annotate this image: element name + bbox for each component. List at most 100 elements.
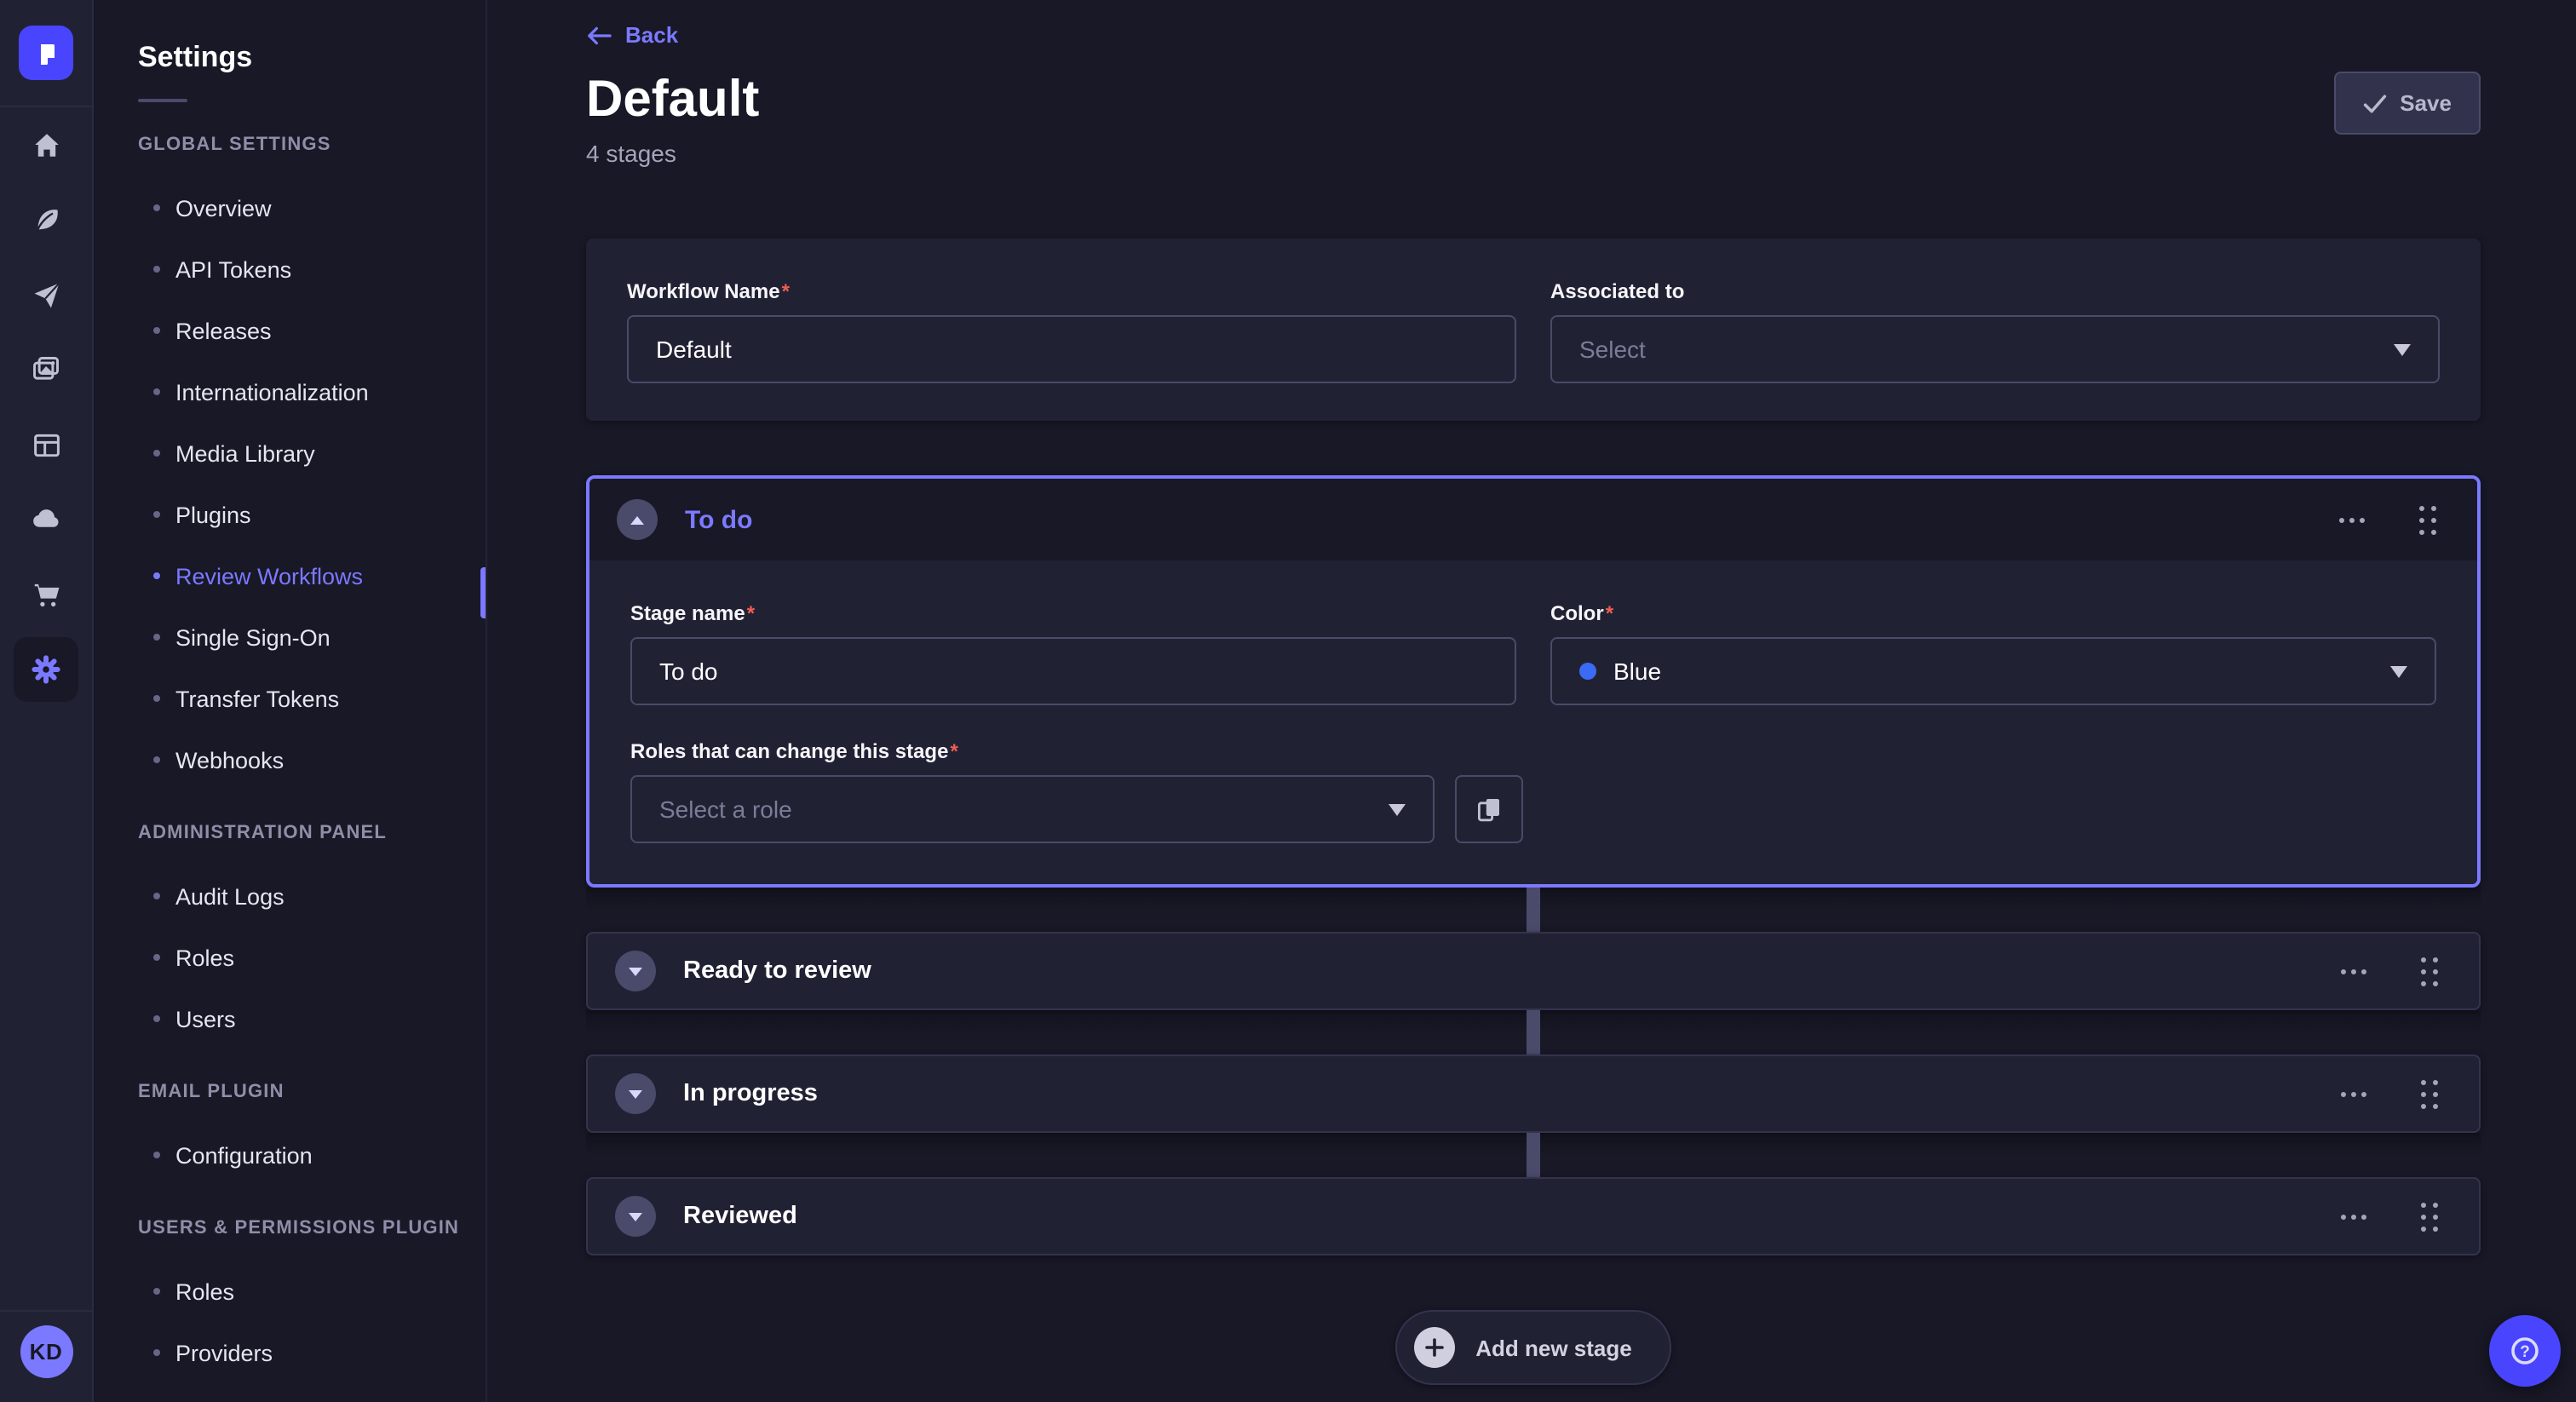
bullet-icon xyxy=(153,1349,160,1356)
subnav-section-users-permissions: USERS & PERMISSIONS PLUGIN Roles Provide… xyxy=(94,1216,486,1383)
bullet-icon xyxy=(153,1288,160,1295)
app-window: KD Settings GLOBAL SETTINGS Overview API… xyxy=(0,0,2576,1402)
stage-to-do-header[interactable]: To do xyxy=(589,479,2477,560)
stage-color-field-group: Color* Blue xyxy=(1550,598,2436,705)
stage-card-reviewed[interactable]: Reviewed xyxy=(586,1177,2481,1255)
required-asterisk: * xyxy=(950,739,957,763)
content-manager-nav-button[interactable] xyxy=(14,187,78,252)
expand-stage-button[interactable] xyxy=(615,1073,656,1114)
help-button[interactable]: ? xyxy=(2489,1315,2561,1387)
more-options-icon[interactable] xyxy=(2334,1084,2373,1103)
layout-icon xyxy=(32,430,60,459)
bullet-icon xyxy=(153,756,160,763)
expand-stage-button[interactable] xyxy=(615,1196,656,1237)
sidebar-item-review-workflows[interactable]: Review Workflows xyxy=(94,545,486,606)
stage-gap xyxy=(586,1133,2481,1177)
home-nav-button[interactable] xyxy=(14,112,78,177)
expand-stage-button[interactable] xyxy=(615,951,656,991)
sidebar-item-single-sign-on[interactable]: Single Sign-On xyxy=(94,606,486,668)
drag-handle-icon[interactable] xyxy=(2412,498,2443,541)
sidebar-item-overview[interactable]: Overview xyxy=(94,177,486,238)
sidebar-item-media-library[interactable]: Media Library xyxy=(94,422,486,484)
drag-handle-icon[interactable] xyxy=(2414,1195,2445,1238)
color-select[interactable]: Blue xyxy=(1550,637,2436,705)
strapi-logo-icon xyxy=(32,39,60,66)
stage-connector-line xyxy=(1527,1010,1540,1054)
workflow-name-input[interactable] xyxy=(627,315,1516,383)
subnav-title: Settings xyxy=(138,41,486,75)
releases-nav-button[interactable] xyxy=(14,262,78,327)
settings-nav-button[interactable] xyxy=(14,637,78,702)
required-asterisk: * xyxy=(1606,601,1613,625)
sidebar-item-users[interactable]: Users xyxy=(94,988,486,1049)
drag-handle-icon[interactable] xyxy=(2414,1072,2445,1115)
logo-area xyxy=(0,0,92,107)
roles-select-value: Select a role xyxy=(659,796,1389,823)
stage-card-in-progress[interactable]: In progress xyxy=(586,1054,2481,1133)
more-options-icon[interactable] xyxy=(2334,1207,2373,1226)
bullet-icon xyxy=(153,204,160,211)
marketplace-nav-button[interactable] xyxy=(14,562,78,627)
rail-divider xyxy=(0,1310,92,1312)
collapse-stage-button[interactable] xyxy=(617,499,658,540)
user-avatar[interactable]: KD xyxy=(20,1325,72,1378)
media-library-nav-button[interactable] xyxy=(14,337,78,402)
cart-icon xyxy=(32,580,60,609)
cloud-icon xyxy=(31,504,61,535)
paper-plane-icon xyxy=(32,280,60,309)
sidebar-item-audit-logs[interactable]: Audit Logs xyxy=(94,865,486,927)
stage-name-label: Stage name* xyxy=(630,601,755,625)
stage-name-input[interactable] xyxy=(630,637,1516,705)
add-new-stage-button[interactable]: Add new stage xyxy=(1395,1310,1671,1385)
bullet-icon xyxy=(153,327,160,334)
active-item-indicator xyxy=(480,567,486,618)
rail-bottom: KD xyxy=(0,1310,92,1402)
drag-handle-icon[interactable] xyxy=(2414,950,2445,992)
roles-row: Roles that can change this stage* Select… xyxy=(630,736,2436,843)
required-asterisk: * xyxy=(782,279,790,303)
sidebar-item-email-configuration[interactable]: Configuration xyxy=(94,1124,486,1186)
chevron-up-icon xyxy=(630,515,644,524)
feather-icon xyxy=(32,205,60,234)
stage-actions xyxy=(2334,1195,2445,1238)
stage-title: Reviewed xyxy=(683,1203,797,1230)
back-arrow-icon xyxy=(586,25,612,45)
roles-field-group: Roles that can change this stage* Select… xyxy=(630,736,1435,843)
more-options-icon[interactable] xyxy=(2334,962,2373,980)
associated-to-value: Select xyxy=(1579,336,2394,363)
cloud-nav-button[interactable] xyxy=(14,487,78,552)
sidebar-item-releases[interactable]: Releases xyxy=(94,300,486,361)
sidebar-item-up-roles[interactable]: Roles xyxy=(94,1261,486,1322)
associated-to-select[interactable]: Select xyxy=(1550,315,2440,383)
content-type-builder-nav-button[interactable] xyxy=(14,412,78,477)
bullet-icon xyxy=(153,893,160,899)
sidebar-item-plugins[interactable]: Plugins xyxy=(94,484,486,545)
sidebar-item-admin-roles[interactable]: Roles xyxy=(94,927,486,988)
sidebar-item-transfer-tokens[interactable]: Transfer Tokens xyxy=(94,668,486,729)
strapi-logo[interactable] xyxy=(19,26,73,80)
sidebar-item-webhooks[interactable]: Webhooks xyxy=(94,729,486,790)
duplicate-roles-button[interactable] xyxy=(1455,775,1523,843)
sidebar-item-internationalization[interactable]: Internationalization xyxy=(94,361,486,422)
back-link[interactable]: Back xyxy=(586,22,678,48)
stage-card-ready-to-review[interactable]: Ready to review xyxy=(586,932,2481,1010)
save-button[interactable]: Save xyxy=(2333,72,2481,135)
stage-actions xyxy=(2332,498,2443,541)
add-new-stage-label: Add new stage xyxy=(1475,1335,1632,1360)
bullet-icon xyxy=(153,954,160,961)
color-select-value: Blue xyxy=(1613,658,1661,685)
svg-text:?: ? xyxy=(2520,1343,2530,1361)
chevron-down-icon xyxy=(1389,803,1406,815)
roles-select[interactable]: Select a role xyxy=(630,775,1435,843)
page-subtitle: 4 stages xyxy=(586,140,2481,167)
chevron-down-icon xyxy=(629,1212,642,1221)
chevron-down-icon xyxy=(629,967,642,975)
sidebar-item-up-providers[interactable]: Providers xyxy=(94,1322,486,1383)
color-dot-icon xyxy=(1579,663,1596,680)
plus-icon xyxy=(1414,1327,1455,1368)
more-options-icon[interactable] xyxy=(2332,510,2372,529)
stage-connector-line xyxy=(1527,1133,1540,1177)
sidebar-item-api-tokens[interactable]: API Tokens xyxy=(94,238,486,300)
section-label: ADMINISTRATION PANEL xyxy=(138,821,486,845)
chevron-down-icon xyxy=(629,1089,642,1098)
